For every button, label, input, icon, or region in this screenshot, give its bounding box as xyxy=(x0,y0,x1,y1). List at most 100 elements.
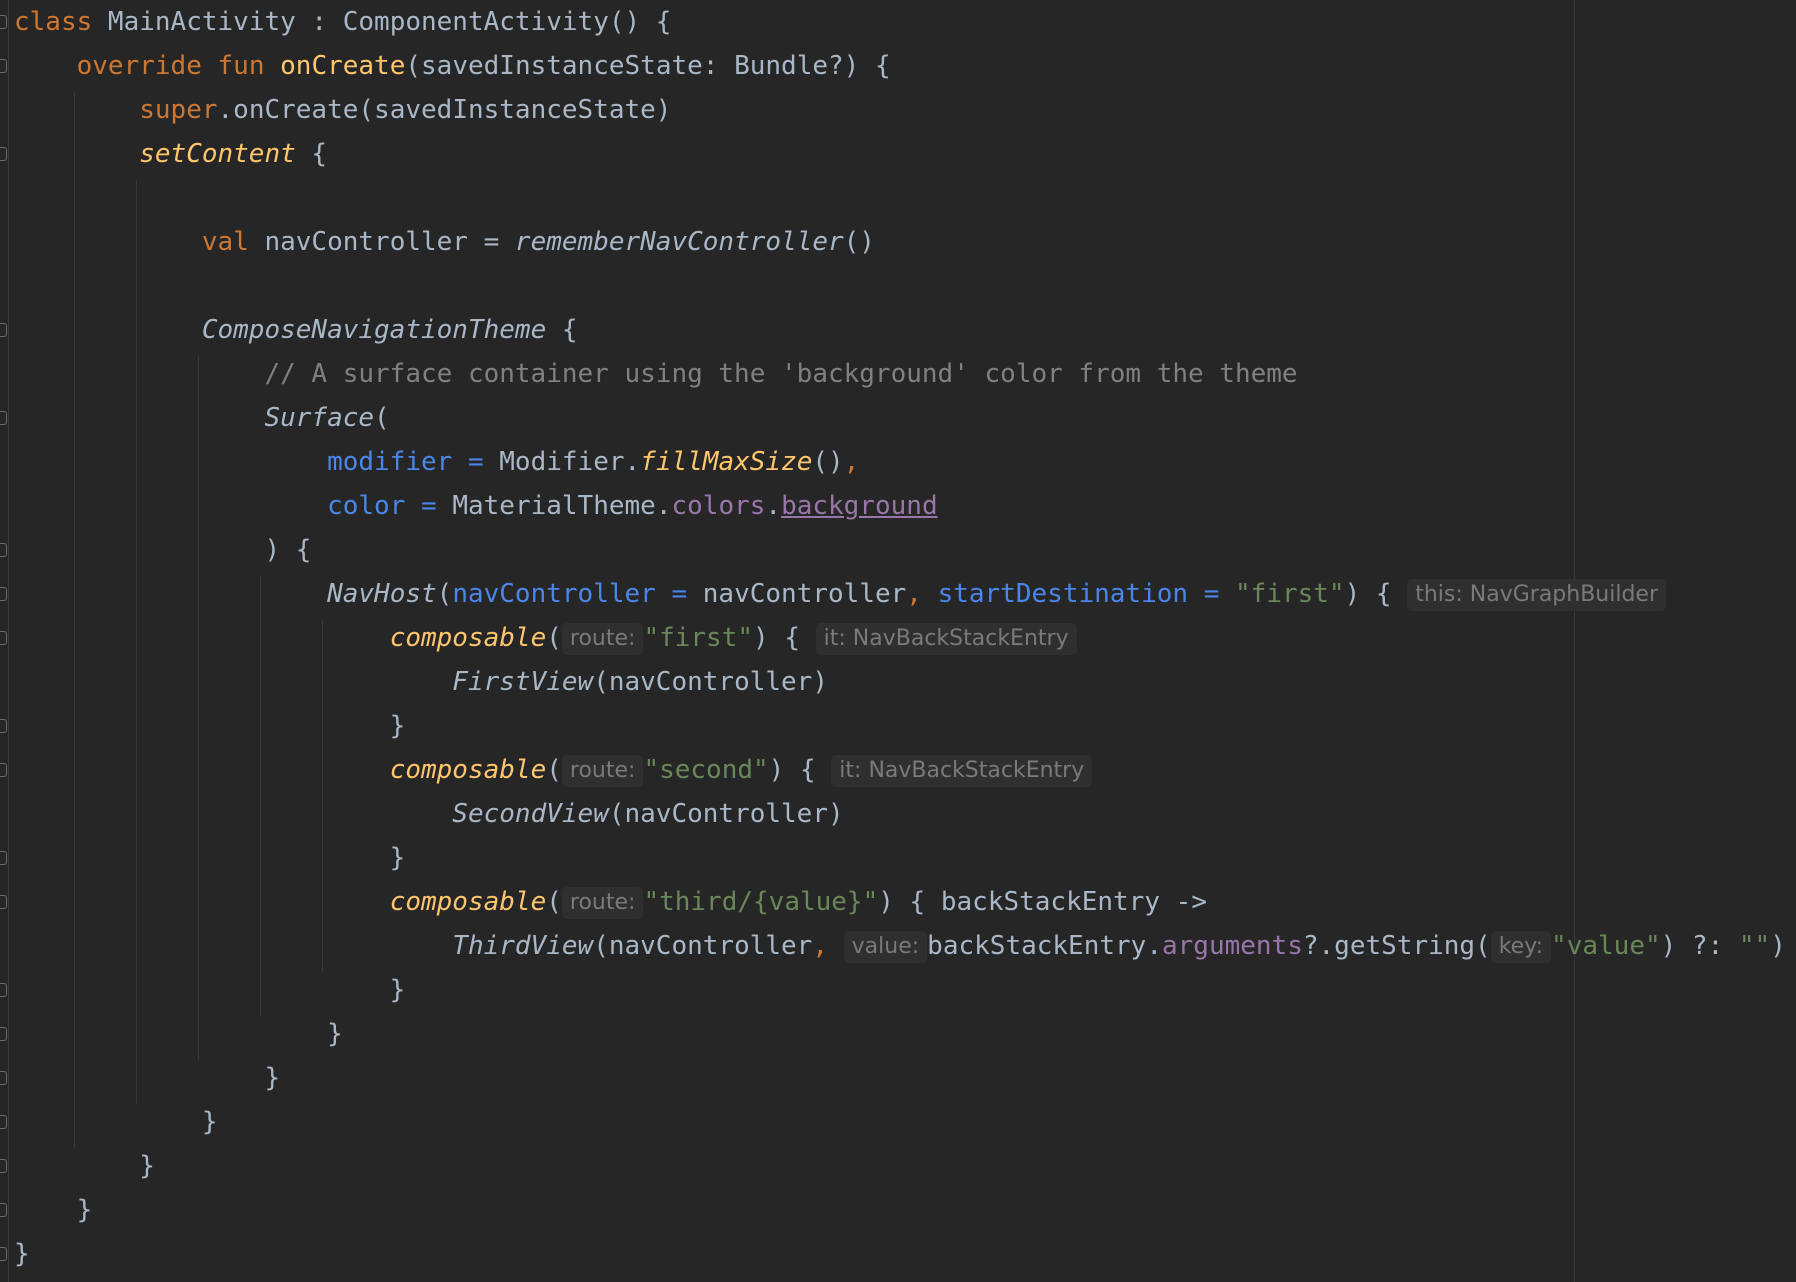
code-token: ) { xyxy=(14,535,312,565)
code-line[interactable]: override fun onCreate(savedInstanceState… xyxy=(14,44,891,88)
code-token: ?.getString( xyxy=(1302,931,1491,961)
code-line[interactable]: } xyxy=(14,1012,343,1056)
inlay-hint: key: xyxy=(1490,931,1552,963)
inlay-hint: it: NavBackStackEntry xyxy=(831,755,1093,787)
code-token: , xyxy=(812,931,844,961)
code-token: (savedInstanceState: Bundle?) { xyxy=(405,51,891,81)
fold-gutter xyxy=(0,0,9,1282)
code-token: backStackEntry. xyxy=(927,931,1162,961)
code-line[interactable]: setContent { xyxy=(14,132,327,176)
fold-marker-icon[interactable] xyxy=(0,1027,7,1041)
code-line[interactable]: class MainActivity : ComponentActivity()… xyxy=(14,0,671,44)
code-token: (navController) xyxy=(608,799,844,829)
code-line[interactable]: // A surface container using the 'backgr… xyxy=(14,352,1297,396)
fold-marker-icon[interactable] xyxy=(0,59,7,73)
right-margin-guide xyxy=(1574,0,1575,1282)
code-token: } xyxy=(14,1107,218,1137)
fold-marker-icon[interactable] xyxy=(0,323,7,337)
code-token: composable xyxy=(389,887,547,917)
code-token: startDestination xyxy=(937,579,1189,609)
code-token: } xyxy=(14,1063,281,1093)
fold-marker-icon[interactable] xyxy=(0,543,7,557)
code-token: } xyxy=(14,1019,343,1049)
inlay-hint: this: NavGraphBuilder xyxy=(1407,579,1667,611)
code-token: = xyxy=(655,579,703,609)
code-line[interactable]: } xyxy=(14,1232,30,1276)
fold-marker-icon[interactable] xyxy=(0,851,7,865)
code-token: navController = xyxy=(248,227,515,257)
code-token: ) { xyxy=(1344,579,1408,609)
code-line[interactable]: ) { xyxy=(14,528,311,572)
code-line[interactable]: } xyxy=(14,1144,155,1188)
code-token: val xyxy=(201,227,249,257)
code-line[interactable]: composable(route: "second") { it: NavBack… xyxy=(14,748,1093,792)
fold-marker-icon[interactable] xyxy=(0,15,7,29)
code-token: } xyxy=(14,1151,155,1181)
code-token: () xyxy=(812,447,844,477)
code-line[interactable]: Surface( xyxy=(14,396,389,440)
code-token: ) xyxy=(1770,931,1786,961)
fold-marker-icon[interactable] xyxy=(0,1159,7,1173)
code-token: , xyxy=(906,579,938,609)
code-token: ( xyxy=(546,623,562,653)
code-token: colors xyxy=(671,491,766,521)
code-line[interactable]: modifier = Modifier.fillMaxSize(), xyxy=(14,440,859,484)
code-token: "second" xyxy=(643,755,769,785)
code-line[interactable]: } xyxy=(14,1100,218,1144)
code-line[interactable]: ThirdView(navController, value: backStack… xyxy=(14,924,1786,968)
fold-marker-icon[interactable] xyxy=(0,983,7,997)
code-line[interactable]: super.onCreate(savedInstanceState) xyxy=(14,88,671,132)
code-token: Modifier. xyxy=(499,447,641,477)
fold-marker-icon[interactable] xyxy=(0,895,7,909)
fold-marker-icon[interactable] xyxy=(0,631,7,645)
fold-marker-icon[interactable] xyxy=(0,411,7,425)
code-line[interactable]: } xyxy=(14,1188,93,1232)
fold-marker-icon[interactable] xyxy=(0,719,7,733)
code-token: } xyxy=(14,1195,93,1225)
code-line[interactable]: ComposeNavigationTheme { xyxy=(14,308,578,352)
code-token: arguments xyxy=(1161,931,1303,961)
code-line[interactable]: } xyxy=(14,968,406,1012)
code-line[interactable]: val navController = rememberNavControlle… xyxy=(14,220,875,264)
code-line[interactable]: } xyxy=(14,704,406,748)
code-line[interactable]: composable(route: "first") { it: NavBackS… xyxy=(14,616,1077,660)
code-token: () xyxy=(843,227,875,257)
code-line[interactable]: color = MaterialTheme.colors.background xyxy=(14,484,938,528)
code-token: fillMaxSize xyxy=(640,447,813,477)
code-token: background xyxy=(781,491,938,521)
code-line[interactable]: composable(route: "third/{value}") { back… xyxy=(14,880,1207,924)
code-token: = xyxy=(1188,579,1236,609)
inlay-hint: value: xyxy=(843,931,928,963)
code-token: class xyxy=(14,7,93,37)
fold-marker-icon[interactable] xyxy=(0,763,7,777)
code-editor[interactable]: class MainActivity : ComponentActivity()… xyxy=(0,0,1796,1282)
code-token: ( xyxy=(546,755,562,785)
fold-marker-icon[interactable] xyxy=(0,1203,7,1217)
fold-marker-icon[interactable] xyxy=(0,1071,7,1085)
fold-marker-icon[interactable] xyxy=(0,1115,7,1129)
code-token: SecondView xyxy=(452,799,609,829)
code-token: fun xyxy=(217,51,265,81)
fold-marker-icon[interactable] xyxy=(0,1247,7,1261)
code-line[interactable]: NavHost(navController = navController, s… xyxy=(14,572,1667,616)
code-token: "value" xyxy=(1551,931,1661,961)
code-line[interactable]: FirstView(navController) xyxy=(14,660,828,704)
fold-marker-icon[interactable] xyxy=(0,587,7,601)
code-token: rememberNavController xyxy=(514,227,844,257)
code-line[interactable]: } xyxy=(14,1056,280,1100)
code-line[interactable]: SecondView(navController) xyxy=(14,792,844,836)
fold-marker-icon[interactable] xyxy=(0,147,7,161)
inlay-hint: route: xyxy=(561,755,644,787)
code-line[interactable]: } xyxy=(14,836,406,880)
code-token: } xyxy=(14,711,406,741)
